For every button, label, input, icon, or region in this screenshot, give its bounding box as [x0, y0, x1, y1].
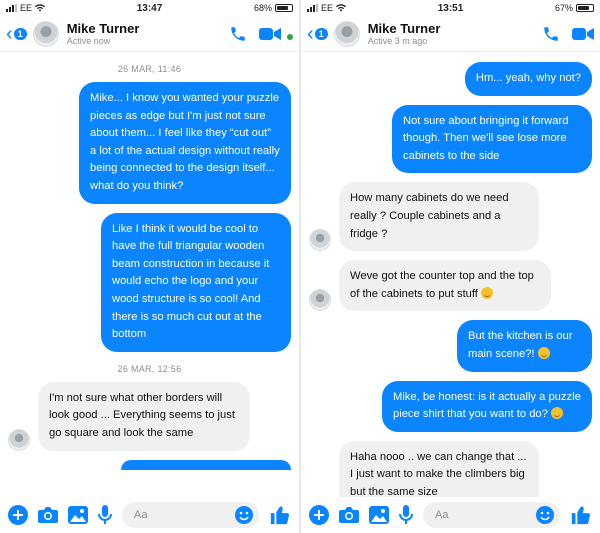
- carrier-label: EE: [20, 3, 33, 13]
- battery-percent: 67%: [554, 3, 573, 13]
- message-incoming: How many cabinets do we need really ? Co…: [309, 182, 592, 252]
- message-bubble[interactable]: I'm not sure what other borders will loo…: [38, 381, 250, 451]
- message-incoming: I'm not sure what other borders will loo…: [8, 381, 291, 451]
- online-indicator: [287, 33, 293, 40]
- camera-icon[interactable]: [38, 506, 58, 524]
- phone-left: EE 13:47 68% ‹ 1 Mike Turner Active now: [0, 0, 299, 533]
- message-list[interactable]: Hm... yeah, why not? Not sure about brin…: [301, 52, 600, 497]
- message-outgoing: Mike, be honest: is it actually a puzzle…: [309, 380, 592, 432]
- status-bar: EE 13:51 67%: [301, 0, 600, 16]
- video-call-icon[interactable]: [572, 26, 594, 42]
- chat-header: ‹ 1 Mike Turner Active 3 m ago: [301, 16, 600, 52]
- message-list[interactable]: 26 MAR, 11:46 Mike... I know you wanted …: [0, 52, 299, 497]
- microphone-icon[interactable]: [98, 505, 112, 525]
- message-text: Weve got the counter top and the top of …: [350, 270, 534, 300]
- thumbs-up-icon[interactable]: [570, 504, 592, 526]
- message-bubble[interactable]: Mike... I know you wanted your puzzle pi…: [79, 82, 291, 204]
- back-button[interactable]: ‹ 1: [6, 24, 27, 44]
- message-incoming: Weve got the counter top and the top of …: [309, 260, 592, 312]
- phone-right: EE 13:51 67% ‹ 1 Mike Turner Active 3 m …: [299, 0, 600, 533]
- phone-call-icon[interactable]: [542, 25, 560, 43]
- message-outgoing: Mike... I know you wanted your puzzle pi…: [8, 82, 291, 204]
- active-status: Active 3 m ago: [367, 36, 428, 46]
- message-outgoing: Hm... yeah, why not?: [309, 62, 592, 96]
- message-bubble[interactable]: How many cabinets do we need really ? Co…: [339, 182, 539, 252]
- wifi-icon: [336, 4, 347, 12]
- contact-name: Mike Turner: [367, 21, 441, 36]
- message-bubble[interactable]: Mike, be honest: is it actually a puzzle…: [382, 380, 592, 432]
- composer: Aa: [0, 497, 299, 533]
- message-bubble[interactable]: Not sure about bringing it forward thoug…: [392, 104, 592, 174]
- contact-info[interactable]: Mike Turner Active 3 m ago: [368, 21, 542, 46]
- battery-icon: [274, 4, 293, 12]
- contact-name: Mike Turner: [66, 21, 140, 36]
- message-bubble[interactable]: Like I think it would be cool to have th…: [101, 212, 291, 352]
- clock: 13:51: [437, 2, 464, 14]
- smile-emoji-icon: [537, 346, 550, 359]
- avatar[interactable]: [8, 428, 30, 451]
- composer: Aa: [301, 497, 600, 533]
- signal-icon: [307, 4, 318, 12]
- message-outgoing: Like I think it would be cool to have th…: [8, 212, 291, 352]
- plus-icon[interactable]: [309, 505, 329, 525]
- message-bubble-partial[interactable]: [121, 459, 291, 470]
- smile-emoji-icon: [550, 407, 563, 420]
- wifi-icon: [35, 4, 46, 12]
- status-bar: EE 13:47 68%: [0, 0, 299, 16]
- chevron-left-icon: ‹: [307, 22, 314, 45]
- message-bubble[interactable]: Weve got the counter top and the top of …: [339, 260, 551, 312]
- message-bubble[interactable]: Hm... yeah, why not?: [464, 62, 592, 96]
- battery-percent: 68%: [253, 3, 272, 13]
- carrier-label: EE: [321, 3, 334, 13]
- contact-info[interactable]: Mike Turner Active now: [67, 21, 229, 46]
- message-input[interactable]: Aa: [423, 502, 560, 528]
- message-input-placeholder: Aa: [435, 509, 449, 521]
- video-call-icon[interactable]: [259, 26, 281, 42]
- battery-icon: [575, 4, 594, 12]
- image-icon[interactable]: [68, 506, 88, 524]
- avatar[interactable]: [32, 20, 59, 47]
- chat-header: ‹ 1 Mike Turner Active now: [0, 16, 299, 52]
- message-outgoing: But the kitchen is our main scene?!: [309, 320, 592, 372]
- emoji-icon[interactable]: [536, 506, 554, 524]
- clock: 13:47: [136, 2, 163, 14]
- message-input-placeholder: Aa: [134, 509, 148, 521]
- message-outgoing: [8, 459, 291, 470]
- chevron-left-icon: ‹: [6, 22, 13, 45]
- avatar[interactable]: [309, 229, 331, 252]
- avatar[interactable]: [309, 289, 331, 312]
- message-outgoing: Not sure about bringing it forward thoug…: [309, 104, 592, 174]
- unread-badge: 1: [13, 27, 27, 40]
- signal-icon: [6, 4, 17, 12]
- message-incoming: Haha nooo .. we can change that ... I ju…: [309, 440, 592, 497]
- thumbs-up-icon[interactable]: [269, 504, 291, 526]
- image-icon[interactable]: [369, 506, 389, 524]
- unread-badge: 1: [314, 27, 328, 40]
- message-bubble[interactable]: Haha nooo .. we can change that ... I ju…: [339, 440, 539, 497]
- emoji-icon[interactable]: [235, 506, 253, 524]
- message-bubble[interactable]: But the kitchen is our main scene?!: [457, 320, 592, 372]
- timestamp: 26 MAR, 12:56: [117, 363, 182, 374]
- avatar[interactable]: [333, 20, 360, 47]
- plus-icon[interactable]: [8, 505, 28, 525]
- microphone-icon[interactable]: [399, 505, 413, 525]
- message-input[interactable]: Aa: [122, 502, 259, 528]
- back-button[interactable]: ‹ 1: [307, 24, 328, 44]
- timestamp: 26 MAR, 11:46: [117, 64, 182, 74]
- smile-emoji-icon: [481, 286, 494, 299]
- camera-icon[interactable]: [339, 506, 359, 524]
- phone-call-icon[interactable]: [229, 25, 247, 43]
- active-status: Active now: [66, 36, 111, 46]
- message-text: But the kitchen is our main scene?!: [468, 330, 573, 360]
